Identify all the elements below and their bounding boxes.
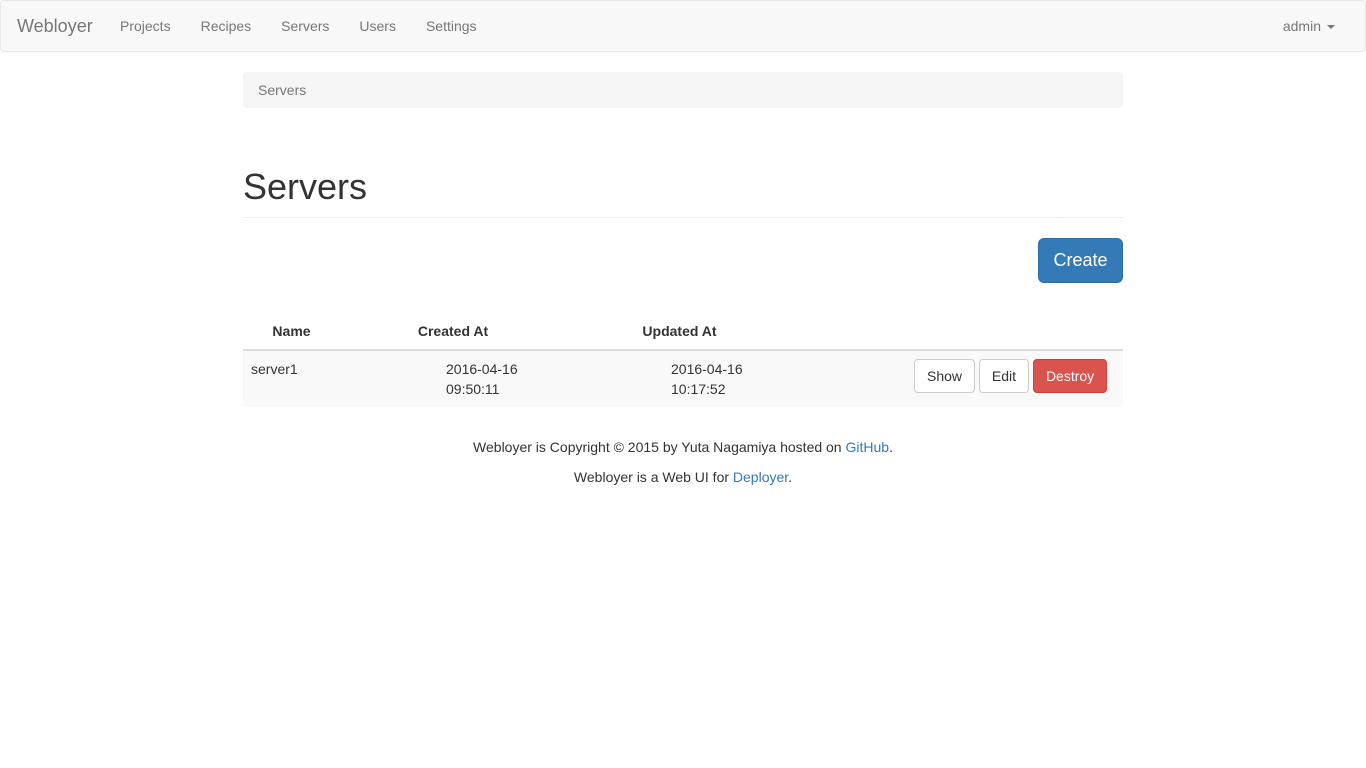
- deployer-link[interactable]: Deployer: [733, 469, 788, 485]
- servers-table: Name Created At Updated At server1 2016-…: [243, 313, 1123, 407]
- nav-servers[interactable]: Servers: [266, 1, 344, 51]
- footer-copyright: Webloyer is Copyright © 2015 by Yuta Nag…: [473, 439, 846, 455]
- edit-button[interactable]: Edit: [978, 359, 1030, 393]
- user-name: admin: [1282, 18, 1321, 34]
- header-actions: [793, 313, 1123, 351]
- table-row: server1 2016-04-16 09:50:11 2016-04-16 1…: [243, 350, 1123, 407]
- brand-link[interactable]: Webloyer: [17, 16, 93, 37]
- header-created-at: Created At: [340, 313, 566, 351]
- show-button[interactable]: Show: [914, 359, 976, 393]
- page-title: Servers: [243, 166, 368, 207]
- nav-recipes[interactable]: Recipes: [186, 1, 267, 51]
- navbar: Webloyer Projects Recipes Servers Users …: [0, 0, 1366, 52]
- breadcrumb: Servers: [243, 72, 1123, 108]
- caret-down-icon: [1327, 25, 1335, 30]
- updated-at: 2016-04-16 10:17:52: [566, 350, 793, 407]
- header-name: Name: [243, 313, 340, 351]
- footer-period: .: [889, 439, 893, 455]
- nav-links: Projects Recipes Servers Users Settings: [105, 1, 492, 51]
- footer: Webloyer is Copyright © 2015 by Yuta Nag…: [0, 432, 1366, 492]
- divider: [243, 217, 1123, 218]
- server-name: server1: [243, 350, 340, 407]
- created-at: 2016-04-16 09:50:11: [340, 350, 566, 407]
- footer-description: Webloyer is a Web UI for: [573, 469, 733, 485]
- user-menu[interactable]: admin: [1283, 18, 1335, 34]
- header-updated-at: Updated At: [566, 313, 793, 351]
- nav-projects[interactable]: Projects: [105, 1, 186, 51]
- nav-settings[interactable]: Settings: [411, 1, 492, 51]
- destroy-button[interactable]: Destroy: [1032, 359, 1108, 393]
- footer-period: .: [788, 469, 793, 485]
- create-button[interactable]: Create: [1038, 238, 1123, 283]
- nav-users[interactable]: Users: [344, 1, 411, 51]
- github-link[interactable]: GitHub: [846, 439, 890, 455]
